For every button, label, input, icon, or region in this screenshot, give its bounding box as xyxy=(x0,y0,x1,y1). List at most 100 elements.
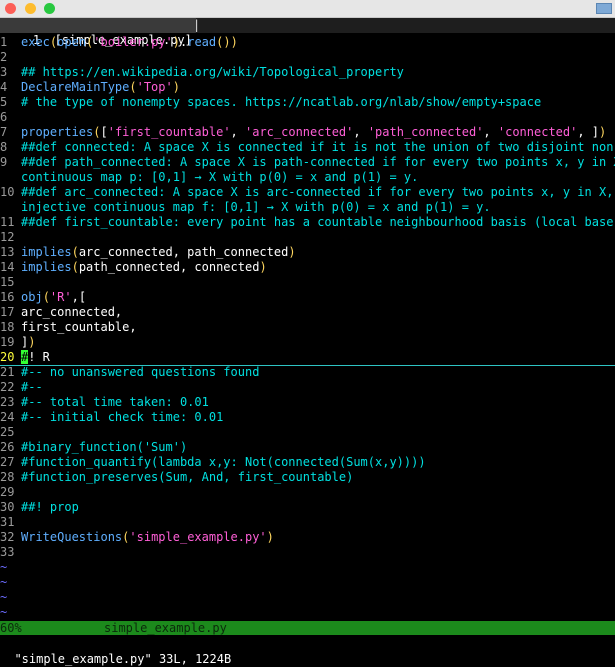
code-token: WriteQuestions xyxy=(21,530,123,544)
code-token: ,[ xyxy=(71,290,87,304)
code-line[interactable]: 11 ##def first_countable: every point has… xyxy=(0,215,615,230)
code-token: read xyxy=(187,35,217,49)
minimize-window-button[interactable] xyxy=(25,3,36,14)
code-token: ##! prop xyxy=(21,500,79,514)
code-line[interactable]: 26 #binary_function('Sum') xyxy=(0,440,615,455)
line-number: 16 xyxy=(0,290,15,304)
code-token: #function_preserves(Sum, And, first_coun… xyxy=(21,470,354,484)
code-token: , xyxy=(230,125,245,139)
code-line[interactable]: 3 ## https://en.wikipedia.org/wiki/Topolo… xyxy=(0,65,615,80)
code-line[interactable]: injective continuous map f: [0,1] → X wi… xyxy=(0,200,615,215)
line-number: 7 xyxy=(0,125,8,139)
code-line[interactable]: 12 xyxy=(0,230,615,245)
code-token: first_countable, xyxy=(21,320,137,334)
close-window-button[interactable] xyxy=(5,3,16,14)
code-token: , xyxy=(483,125,498,139)
code-line[interactable]: 4 DeclareMainType('Top') xyxy=(0,80,615,95)
code-token: # the type of nonempty spaces. https://n… xyxy=(21,95,542,109)
code-line[interactable]: 13 implies(arc_connected, path_connected) xyxy=(0,245,615,260)
code-line[interactable]: 31 xyxy=(0,515,615,530)
code-token: #-- xyxy=(21,380,43,394)
empty-line-marker[interactable]: ~ xyxy=(0,560,615,575)
code-line[interactable]: 30 ##! prop xyxy=(0,500,615,515)
empty-line-marker[interactable]: ~ xyxy=(0,605,615,620)
code-line[interactable]: continuous map p: [0,1] → X with p(0) = … xyxy=(0,170,615,185)
window-titlebar xyxy=(0,0,615,18)
scroll-percent: 60% xyxy=(0,621,22,635)
code-line[interactable]: 1 exec(open('boiler.py').read()) xyxy=(0,35,615,50)
code-token: properties xyxy=(21,125,94,139)
code-token: 'Top' xyxy=(136,80,173,94)
zoom-window-button[interactable] xyxy=(44,3,55,14)
code-line[interactable]: 21 #-- no unanswered questions found xyxy=(0,365,615,380)
code-line[interactable]: 20 #! R xyxy=(0,350,615,365)
line-number: 5 xyxy=(0,95,8,109)
line-number: 6 xyxy=(0,110,8,124)
line-number: 4 xyxy=(0,80,8,94)
code-line[interactable]: 33 xyxy=(0,545,615,560)
line-number: 28 xyxy=(0,470,15,484)
code-token: , xyxy=(353,125,368,139)
code-token: ) xyxy=(172,80,180,94)
code-line[interactable]: 8 ##def connected: A space X is connected… xyxy=(0,140,615,155)
code-line[interactable]: 16 obj('R',[ xyxy=(0,290,615,305)
tab-separator: | xyxy=(193,18,201,32)
empty-line-marker[interactable]: ~ xyxy=(0,575,615,590)
code-token: ##def first_countable: every point has a… xyxy=(21,215,615,229)
code-line[interactable]: 25 xyxy=(0,425,615,440)
code-token: ( xyxy=(42,290,50,304)
line-number: 12 xyxy=(0,230,15,244)
line-number: 29 xyxy=(0,485,15,499)
code-line[interactable]: 29 xyxy=(0,485,615,500)
code-line[interactable]: 32 WriteQuestions('simple_example.py') xyxy=(0,530,615,545)
line-number: 13 xyxy=(0,245,15,259)
line-number: 18 xyxy=(0,320,15,334)
code-line[interactable]: 2 xyxy=(0,50,615,65)
code-line[interactable]: 27 #function_quantify(lambda x,y: Not(con… xyxy=(0,455,615,470)
code-line[interactable]: 22 #-- xyxy=(0,380,615,395)
code-line[interactable]: 10 ##def arc_connected: A space X is arc-… xyxy=(0,185,615,200)
line-number: 8 xyxy=(0,140,8,154)
code-line[interactable]: 5 # the type of nonempty spaces. https://… xyxy=(0,95,615,110)
code-line[interactable]: 24 #-- initial check time: 0.01 xyxy=(0,410,615,425)
vim-tabline: 1 [simple_example.py] | xyxy=(0,18,615,47)
code-line[interactable]: 23 #-- total time taken: 0.01 xyxy=(0,395,615,410)
code-line[interactable]: 14 implies(path_connected, connected) xyxy=(0,260,615,275)
statusline-filename: simple_example.py xyxy=(104,621,227,635)
window-resize-icon[interactable] xyxy=(596,3,612,14)
empty-line-marker[interactable]: ~ xyxy=(0,590,615,605)
code-token: #function_quantify(lambda x,y: Not(conne… xyxy=(21,455,426,469)
code-token: 'first_countable' xyxy=(107,125,231,139)
code-token: DeclareMainType xyxy=(21,80,130,94)
tab-simple-example[interactable]: 1 [simple_example.py] xyxy=(0,18,196,47)
command-line[interactable]: "simple_example.py" 33L, 1224B xyxy=(0,635,615,666)
line-number: ~ xyxy=(0,590,8,604)
line-number: 27 xyxy=(0,455,15,469)
code-token: implies xyxy=(21,245,72,259)
line-number: 1 xyxy=(0,35,8,49)
code-token: ) xyxy=(230,35,238,49)
code-line[interactable]: 7 properties(['first_countable', 'arc_con… xyxy=(0,125,615,140)
code-token: 'arc_connected' xyxy=(245,125,354,139)
code-token: path_connected, connected xyxy=(78,260,260,274)
code-token: arc_connected, path_connected xyxy=(78,245,289,259)
line-number: 20 xyxy=(0,350,15,364)
code-token: open xyxy=(57,35,87,49)
line-number: 17 xyxy=(0,305,15,319)
line-number: 21 xyxy=(0,365,15,379)
code-line[interactable]: 9 ##def path_connected: A space X is path… xyxy=(0,155,615,170)
code-line[interactable]: 17 arc_connected, xyxy=(0,305,615,320)
code-line[interactable]: 15 xyxy=(0,275,615,290)
code-line[interactable]: 28 #function_preserves(Sum, And, first_co… xyxy=(0,470,615,485)
code-line[interactable]: 18 first_countable, xyxy=(0,320,615,335)
line-number: 33 xyxy=(0,545,15,559)
line-number: ~ xyxy=(0,575,8,589)
code-token: 'simple_example.py' xyxy=(129,530,267,544)
code-line[interactable]: 19]) xyxy=(0,335,615,350)
line-number: 14 xyxy=(0,260,15,274)
code-token: [ xyxy=(100,125,108,139)
line-number: ~ xyxy=(0,605,8,619)
editor-buffer[interactable]: 1 exec(open('boiler.py').read()) 2 3 ## http… xyxy=(0,35,615,620)
code-line[interactable]: 6 xyxy=(0,110,615,125)
line-number: 11 xyxy=(0,215,15,229)
